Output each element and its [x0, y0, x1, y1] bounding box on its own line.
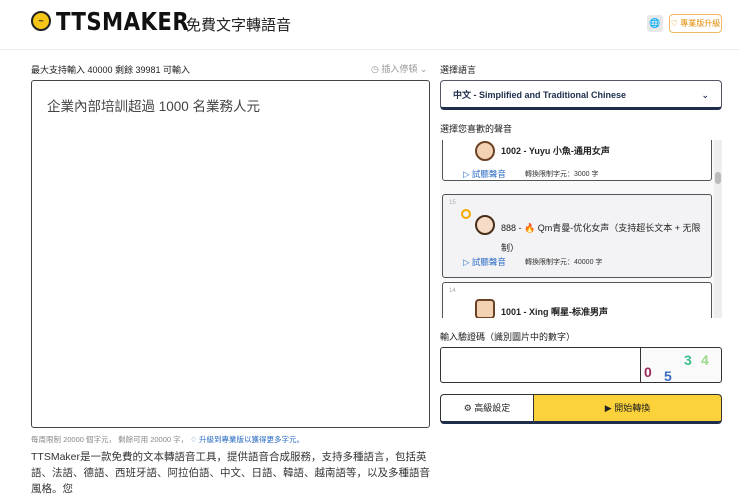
- subtitle: 免費文字轉語音: [186, 17, 292, 34]
- description: TTSMaker是一款免費的文本轉語音工具，提供語音合成服務，支持多種語言，包括…: [31, 451, 430, 495]
- scrollbar[interactable]: [714, 140, 722, 318]
- advanced-settings-button[interactable]: ⚙ 高級設定: [440, 394, 534, 424]
- char-limit: 轉換限制字元：3000 字: [525, 171, 599, 178]
- logo[interactable]: TTSMAKER: [56, 7, 189, 36]
- clock-icon: ◷: [371, 64, 382, 74]
- voice-list: 1002 - Yuyu 小魚-通用女声 ▷ 試聽聲音 轉換限制字元：3000 字…: [440, 140, 722, 318]
- avatar: [475, 141, 495, 161]
- voice-index: 14: [449, 288, 456, 294]
- language-switch-button[interactable]: 🌐: [647, 15, 663, 32]
- settings-icon: ⚙: [463, 403, 475, 413]
- play-icon: ▶: [604, 403, 615, 413]
- voice-index: 15: [449, 200, 456, 206]
- chevron-down-icon: ⌄: [701, 90, 709, 100]
- captcha-input[interactable]: [440, 347, 641, 383]
- start-label: 開始轉換: [614, 403, 651, 413]
- voice-card-selected[interactable]: 15 888 - 🔥 Qm青曼-优化女声（支持超长文本 + 无限制） ▷ 試聽聲…: [442, 194, 712, 278]
- avatar: [475, 215, 495, 235]
- quota-text: 每周限制 20000 個字元， 剩餘可用 20000 字， ♢ 升級到專業版以獲…: [31, 434, 304, 445]
- listen-button[interactable]: ▷ 試聽聲音: [463, 168, 506, 180]
- upgrade-link-label: 升級到專業版以獲得更多字元。: [199, 435, 305, 444]
- voice-name: 1001 - Xing 啊星-标准男声: [501, 307, 609, 317]
- captcha-digit: 0: [644, 364, 652, 380]
- upgrade-link[interactable]: ♢ 升級到專業版以獲得更多字元。: [190, 435, 304, 444]
- chevron-down-icon: ⌄: [417, 64, 428, 74]
- language-selected: 中文 - Simplified and Traditional Chinese: [453, 90, 627, 100]
- voice-name: 1002 - Yuyu 小魚-通用女声: [501, 146, 610, 156]
- logo-icon: ~: [31, 11, 51, 31]
- insert-pause-dropdown[interactable]: ◷ 插入停頓 ⌄: [371, 62, 427, 75]
- captcha-digit: 4: [701, 352, 709, 368]
- captcha-digit: 5: [664, 368, 672, 384]
- voice-card[interactable]: 14 1001 - Xing 啊星-标准男声: [442, 282, 712, 318]
- avatar: [475, 299, 495, 318]
- captcha-image[interactable]: 0 5 3 4: [641, 347, 722, 384]
- header: ~ TTSMAKER 免費文字轉語音 🌐 ♡ 專業版升級: [0, 0, 740, 50]
- listen-button[interactable]: ▷ 試聽聲音: [463, 256, 506, 268]
- start-convert-button[interactable]: ▶ 開始轉換: [533, 394, 722, 424]
- scrollbar-thumb[interactable]: [715, 172, 721, 184]
- selected-radio[interactable]: [461, 209, 471, 219]
- text-input[interactable]: 企業內部培訓超過 1000 名業務人元: [31, 80, 430, 428]
- voice-name: 888 - 🔥 Qm青曼-优化女声（支持超长文本 + 无限制）: [501, 223, 701, 253]
- char-limit: 轉換限制字元：40000 字: [525, 259, 603, 266]
- insert-pause-label: 插入停頓: [381, 64, 418, 74]
- upgrade-button[interactable]: ♡ 專業版升級: [669, 14, 722, 33]
- voice-label: 選擇您喜歡的聲音: [440, 124, 513, 134]
- advanced-label: 高級設定: [474, 403, 511, 413]
- language-select[interactable]: 中文 - Simplified and Traditional Chinese …: [440, 80, 722, 110]
- language-label: 選擇語言: [440, 65, 477, 75]
- quota-label: 每周限制 20000 個字元， 剩餘可用 20000 字，: [31, 435, 189, 444]
- voice-card[interactable]: 1002 - Yuyu 小魚-通用女声 ▷ 試聽聲音 轉換限制字元：3000 字: [442, 140, 712, 181]
- captcha-digit: 3: [684, 352, 692, 368]
- char-limit-text: 最大支持輸入 40000 剩餘 39981 可輸入: [31, 65, 191, 75]
- captcha-label: 輸入驗證碼（識別圖片中的數字）: [440, 332, 576, 342]
